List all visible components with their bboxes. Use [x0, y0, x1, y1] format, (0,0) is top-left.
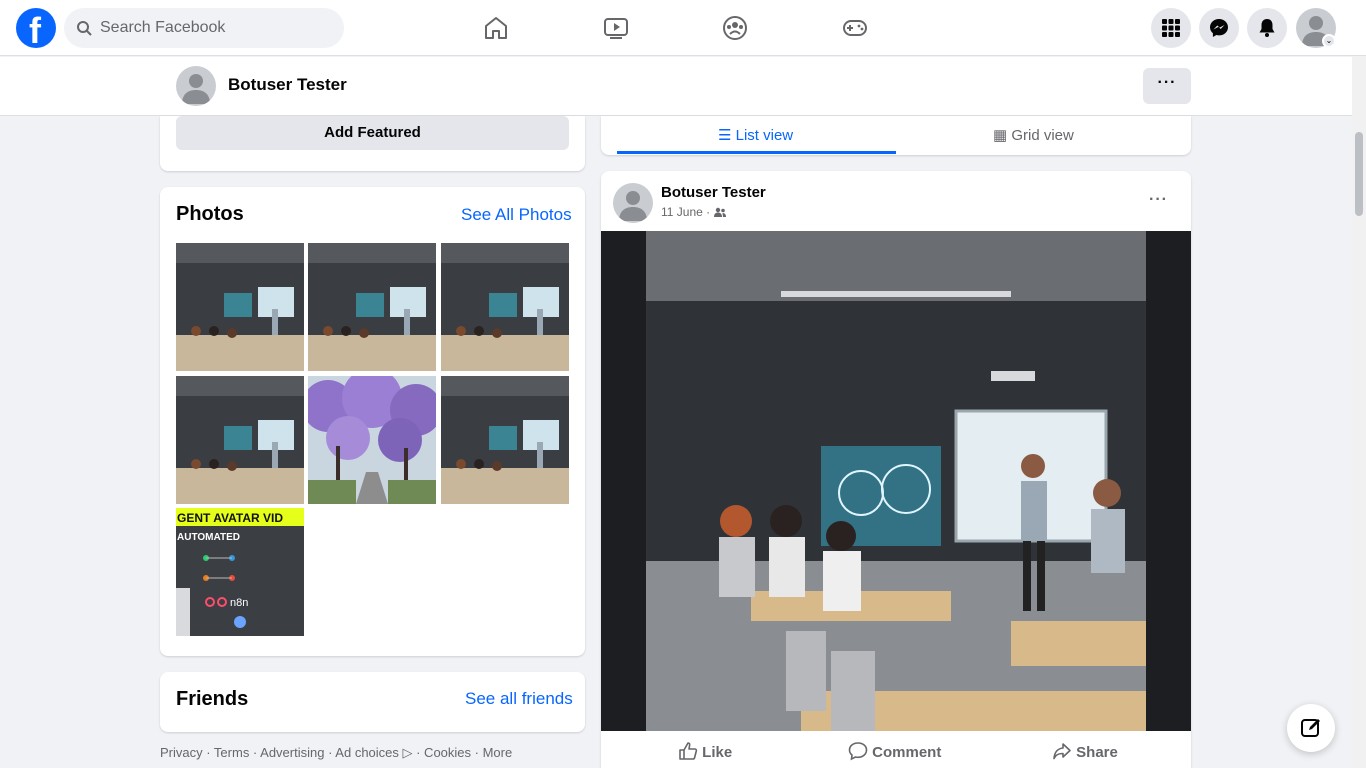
default-avatar-icon [619, 191, 647, 221]
footer-links[interactable]: Privacy · Terms · Advertising · Ad choic… [160, 745, 512, 761]
gaming-icon[interactable] [839, 12, 871, 44]
tab-grid-view-label: Grid view [1011, 127, 1074, 144]
like-icon [679, 742, 698, 760]
friends-audience-icon [713, 207, 726, 217]
like-label: Like [702, 744, 733, 761]
new-message-button[interactable] [1287, 704, 1335, 752]
photo-thumbnail[interactable] [441, 243, 569, 371]
photo-thumbnail[interactable] [176, 243, 304, 371]
post-author-name[interactable]: Botuser Tester [661, 184, 766, 201]
agent-thumb-text-3: n8n [230, 597, 248, 609]
friends-title: Friends [176, 688, 249, 710]
profile-header-bar: Botuser Tester ··· [0, 57, 1366, 116]
post-more-button[interactable]: ··· [1149, 191, 1168, 209]
featured-card: Add Featured [160, 116, 585, 171]
profile-name[interactable]: Botuser Tester [228, 75, 347, 95]
photos-title: Photos [176, 203, 244, 225]
post-date-text: 11 June · [661, 205, 711, 219]
friends-card: Friends See all friends [160, 672, 585, 732]
groups-icon[interactable] [719, 12, 751, 44]
share-icon [1053, 743, 1071, 760]
agent-avatar-thumbnail: GENT AVATAR VID AUTOMATED n8n [176, 508, 304, 636]
photo-thumbnail[interactable] [176, 376, 304, 504]
menu-button[interactable] [1151, 8, 1191, 48]
see-all-friends-link[interactable]: See all friends [465, 689, 573, 709]
chevron-down-icon[interactable]: ⌄ [1322, 34, 1336, 48]
classroom-photo [441, 376, 569, 504]
default-avatar-icon [182, 74, 210, 104]
comment-button[interactable]: Comment [848, 741, 941, 761]
search-placeholder: Search Facebook [100, 19, 226, 36]
grid-icon: ▦ [993, 127, 1012, 144]
messenger-icon [1210, 19, 1228, 37]
photo-thumbnail[interactable] [308, 243, 436, 371]
classroom-photo [441, 243, 569, 371]
photo-thumbnail[interactable]: GENT AVATAR VID AUTOMATED n8n [176, 508, 304, 636]
share-button[interactable]: Share [1052, 741, 1118, 761]
classroom-illustration [601, 231, 1191, 731]
jacaranda-trees-photo [308, 376, 436, 504]
comment-label: Comment [872, 744, 942, 761]
post-card: Botuser Tester 11 June · ··· Like Commen… [601, 171, 1191, 768]
photo-thumbnail[interactable] [308, 376, 436, 504]
messenger-button[interactable] [1199, 8, 1239, 48]
top-navigation-bar: f Search Facebook ⌄ [0, 0, 1366, 56]
compose-icon [1301, 719, 1320, 737]
add-featured-button[interactable]: Add Featured [176, 116, 569, 150]
tab-list-view-label: List view [735, 127, 794, 144]
share-label: Share [1076, 744, 1118, 761]
post-actions: Like Comment Share [601, 731, 1191, 768]
photo-thumbnail[interactable] [441, 376, 569, 504]
search-icon [77, 21, 92, 36]
agent-thumb-text-2: AUTOMATED [177, 532, 240, 543]
menu-grid-icon [1162, 19, 1180, 37]
post-date[interactable]: 11 June · [661, 205, 726, 219]
notifications-icon [1259, 19, 1275, 37]
active-tab-indicator [617, 151, 896, 154]
post-author-avatar[interactable] [613, 183, 653, 223]
page-scrollbar[interactable] [1352, 56, 1366, 768]
classroom-photo [176, 376, 304, 504]
search-input[interactable]: Search Facebook [64, 8, 344, 48]
facebook-logo[interactable]: f [16, 8, 56, 51]
logo-letter: f [29, 10, 41, 51]
classroom-photo [176, 243, 304, 371]
agent-thumb-text-1: GENT AVATAR VID [177, 511, 283, 525]
like-button[interactable]: Like [678, 741, 732, 761]
post-view-tabs: ☰ List view ▦ Grid view [601, 116, 1191, 155]
tab-list-view[interactable]: ☰ List view [718, 126, 793, 144]
profile-avatar[interactable] [176, 66, 216, 106]
photos-card: Photos See All Photos GENT AVATAR VID AU… [160, 187, 585, 656]
comment-icon [848, 742, 868, 761]
notifications-button[interactable] [1247, 8, 1287, 48]
profile-more-button[interactable]: ··· [1143, 68, 1191, 104]
post-image[interactable] [601, 231, 1191, 731]
classroom-photo [308, 243, 436, 371]
home-icon[interactable] [480, 12, 512, 44]
scrollbar-thumb[interactable] [1355, 132, 1363, 216]
list-icon: ☰ [718, 127, 736, 144]
tab-grid-view[interactable]: ▦ Grid view [993, 126, 1074, 144]
see-all-photos-link[interactable]: See All Photos [461, 205, 572, 225]
video-icon[interactable] [600, 12, 632, 44]
